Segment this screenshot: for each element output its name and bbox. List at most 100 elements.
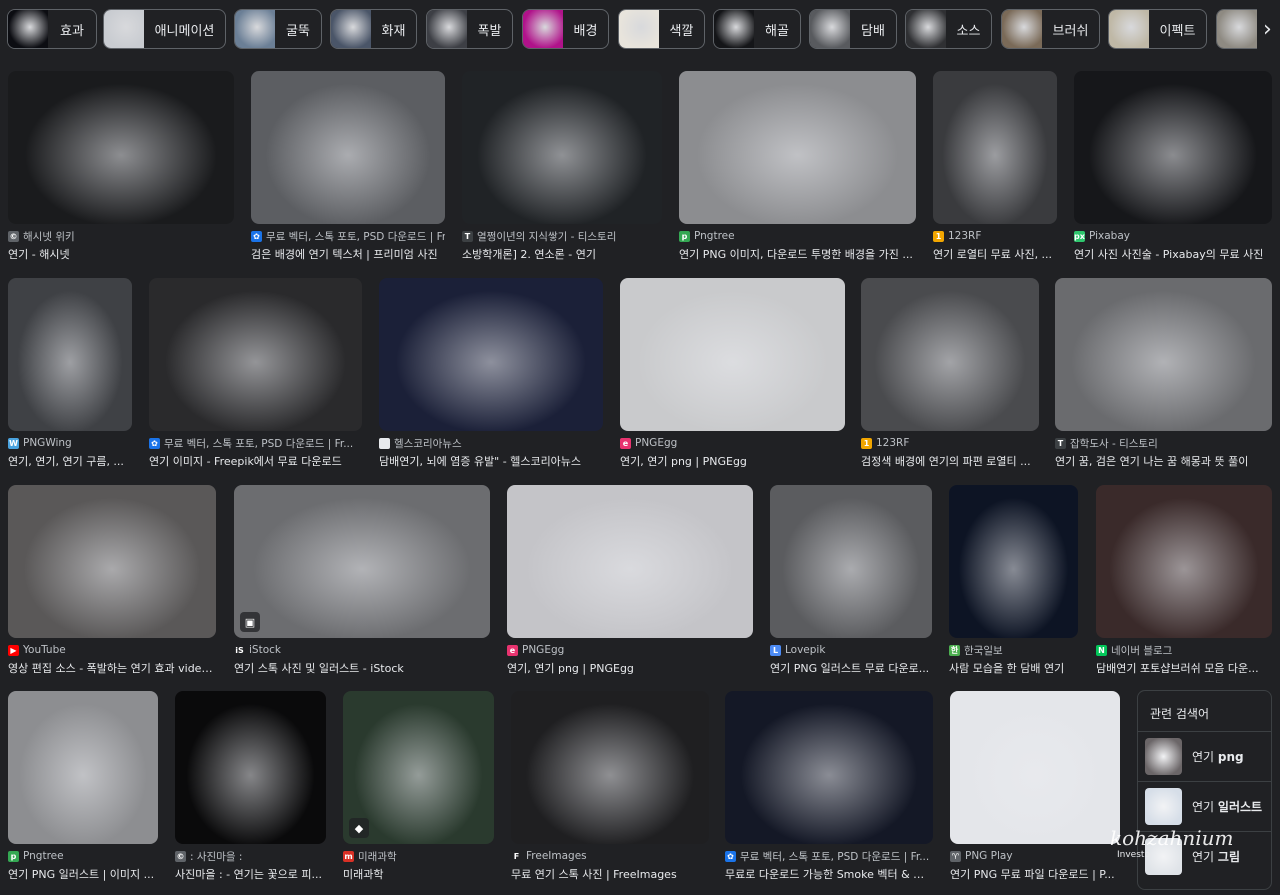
related-chip[interactable]: 굴뚝 — [234, 9, 322, 49]
result-title[interactable]: 담배연기 포토샵브러쉬 모음 다운... — [1096, 660, 1272, 676]
related-chip[interactable]: 브러쉬 — [1001, 9, 1100, 49]
result-source[interactable]: © 해시넷 위키 — [8, 229, 234, 243]
result-thumbnail[interactable] — [950, 691, 1120, 844]
result-thumbnail[interactable] — [1055, 278, 1272, 431]
image-result-card[interactable]: © 해시넷 위키연기 - 해시넷 — [8, 71, 234, 269]
related-chip[interactable]: 효과 — [7, 9, 97, 49]
result-source[interactable]: W PNGWing — [8, 436, 132, 450]
result-thumbnail[interactable] — [462, 71, 662, 224]
result-thumbnail[interactable] — [511, 691, 709, 844]
related-search-item[interactable]: 연기 png — [1138, 731, 1271, 781]
image-result-card[interactable]: ▣ iS iStock 연기 스톡 사진 및 일러스트 - iStock — [234, 485, 490, 683]
related-chip[interactable]: 해골 — [713, 9, 801, 49]
result-source[interactable]: ▶ YouTube — [8, 643, 216, 657]
result-title[interactable]: 연기 PNG 일러스트 무료 다운로... — [770, 660, 932, 676]
image-result-card[interactable]: p Pngtree 연기 PNG 이미지, 다운로드 투명한 배경을 가진 ... — [679, 71, 916, 269]
result-source[interactable]: ✿ 무료 벡터, 스톡 포토, PSD 다운로드 | Fr... — [251, 229, 445, 243]
related-chip[interactable]: 화재 — [330, 9, 417, 49]
result-thumbnail[interactable] — [251, 71, 445, 224]
image-result-card[interactable]: e PNGEgg 연기, 연기 png | PNGEgg — [620, 278, 845, 476]
result-thumbnail[interactable]: ▣ — [234, 485, 490, 638]
result-title[interactable]: 연기, 연기 png | PNGEgg — [507, 660, 753, 676]
result-title[interactable]: 연기 - 해시넷 — [8, 246, 234, 262]
result-source[interactable]: 한 한국일보 — [949, 643, 1078, 657]
result-title[interactable]: 연기 PNG 일러스트 | 이미지 ... — [8, 866, 158, 882]
result-thumbnail[interactable] — [620, 278, 845, 431]
result-source[interactable]: e PNGEgg — [620, 436, 845, 450]
result-thumbnail[interactable] — [379, 278, 603, 431]
result-source[interactable]: ✿ 무료 벡터, 스톡 포토, PSD 다운로드 | Fr... — [149, 436, 362, 450]
result-source[interactable]: iS iStock — [234, 643, 490, 657]
image-result-card[interactable]: W PNGWing 연기, 연기, 연기 구름, ... — [8, 278, 132, 476]
result-title[interactable]: 영상 편집 소스 - 폭발하는 연기 효과 video... — [8, 660, 216, 676]
result-title[interactable]: 연기 사진 사진술 - Pixabay의 무료 사진 — [1074, 246, 1272, 262]
result-title[interactable]: 사진마을 : - 연기는 꽃으로 피... — [175, 866, 326, 882]
result-source[interactable]: e PNGEgg — [507, 643, 753, 657]
image-result-card[interactable]: L Lovepik 연기 PNG 일러스트 무료 다운로... — [770, 485, 932, 683]
result-thumbnail[interactable] — [725, 691, 933, 844]
result-source[interactable]: m 미래과학 — [343, 849, 494, 863]
result-title[interactable]: 검정색 배경에 연기의 파편 로열티 ... — [861, 453, 1039, 469]
result-source[interactable]: ♈ PNG Play — [950, 849, 1120, 863]
related-search-item[interactable]: 연기 일러스트 — [1138, 781, 1271, 831]
result-thumbnail[interactable] — [933, 71, 1057, 224]
image-result-card[interactable]: ✿ 무료 벡터, 스톡 포토, PSD 다운로드 | Fr... 검은 배경에 연기… — [251, 71, 445, 269]
image-result-card[interactable]: 헬스코리아뉴스 담배연기, 뇌에 염증 유발" - 헬스코리아뉴스 — [379, 278, 603, 476]
result-title[interactable]: 무료 연기 스톡 사진 | FreeImages — [511, 866, 709, 882]
result-thumbnail[interactable] — [1096, 485, 1272, 638]
result-thumbnail[interactable] — [8, 485, 216, 638]
image-result-card[interactable]: N 네이버 블로그담배연기 포토샵브러쉬 모음 다운... — [1096, 485, 1272, 683]
image-result-card[interactable]: ◆ m 미래과학미래과학 — [343, 691, 494, 889]
result-source[interactable]: px Pixabay — [1074, 229, 1272, 243]
result-source[interactable]: ©: 사진마을 : — [175, 849, 326, 863]
result-title[interactable]: 무료로 다운로드 가능한 Smoke 벡터 & 일... — [725, 866, 933, 882]
result-source[interactable]: 1 123RF — [933, 229, 1057, 243]
result-source[interactable]: T 열쩡이년의 지식쌓기 - 티스토리 — [462, 229, 662, 243]
image-result-card[interactable]: T 잡학도사 - 티스토리연기 꿈, 검은 연기 나는 꿈 해몽과 뜻 풀이 — [1055, 278, 1272, 476]
result-title[interactable]: 연기 꿈, 검은 연기 나는 꿈 해몽과 뜻 풀이 — [1055, 453, 1272, 469]
result-source[interactable]: L Lovepik — [770, 643, 932, 657]
result-source[interactable]: 헬스코리아뉴스 — [379, 436, 603, 450]
image-result-card[interactable]: ✿ 무료 벡터, 스톡 포토, PSD 다운로드 | Fr... 연기 이미지 - … — [149, 278, 362, 476]
result-source[interactable]: N 네이버 블로그 — [1096, 643, 1272, 657]
result-title[interactable]: 연기, 연기, 연기 구름, ... — [8, 453, 132, 469]
result-thumbnail[interactable] — [175, 691, 326, 844]
result-source[interactable]: T 잡학도사 - 티스토리 — [1055, 436, 1272, 450]
result-source[interactable]: p Pngtree — [679, 229, 916, 243]
result-title[interactable]: 연기 스톡 사진 및 일러스트 - iStock — [234, 660, 490, 676]
result-source[interactable]: ✿ 무료 벡터, 스톡 포토, PSD 다운로드 | Fr... — [725, 849, 933, 863]
result-title[interactable]: 미래과학 — [343, 866, 494, 882]
related-chip[interactable]: 색깔 — [618, 9, 705, 49]
result-thumbnail[interactable] — [679, 71, 916, 224]
related-chip[interactable]: 소스 — [905, 9, 992, 49]
image-result-card[interactable]: ♈ PNG Play 연기 PNG 무료 파일 다운로드 | P... — [950, 691, 1120, 889]
image-result-card[interactable]: p Pngtree 연기 PNG 일러스트 | 이미지 ... — [8, 691, 158, 889]
image-result-card[interactable]: ▶ YouTube 영상 편집 소스 - 폭발하는 연기 효과 video... — [8, 485, 216, 683]
chips-next-button[interactable]: › — [1257, 9, 1280, 49]
result-thumbnail[interactable]: ◆ — [343, 691, 494, 844]
result-title[interactable]: 사람 모습을 한 담배 연기 — [949, 660, 1078, 676]
result-thumbnail[interactable] — [949, 485, 1078, 638]
related-chip[interactable]: 애니메이션 — [103, 9, 226, 49]
image-result-card[interactable]: 한 한국일보사람 모습을 한 담배 연기 — [949, 485, 1078, 683]
result-title[interactable]: 연기 로열티 무료 사진, ... — [933, 246, 1057, 262]
result-source[interactable]: F FreeImages — [511, 849, 709, 863]
result-thumbnail[interactable] — [770, 485, 932, 638]
image-result-card[interactable]: 1 123RF 연기 로열티 무료 사진, ... — [933, 71, 1057, 269]
related-chip[interactable]: 배경 — [522, 9, 609, 49]
result-title[interactable]: 연기 PNG 무료 파일 다운로드 | P... — [950, 866, 1120, 882]
result-source[interactable]: 1 123RF — [861, 436, 1039, 450]
result-thumbnail[interactable] — [8, 71, 234, 224]
result-source[interactable]: p Pngtree — [8, 849, 158, 863]
image-result-card[interactable]: e PNGEgg 연기, 연기 png | PNGEgg — [507, 485, 753, 683]
image-result-card[interactable]: px Pixabay 연기 사진 사진술 - Pixabay의 무료 사진 — [1074, 71, 1272, 269]
image-result-card[interactable]: 1 123RF 검정색 배경에 연기의 파편 로열티 ... — [861, 278, 1039, 476]
result-thumbnail[interactable] — [861, 278, 1039, 431]
image-result-card[interactable]: ✿ 무료 벡터, 스톡 포토, PSD 다운로드 | Fr... 무료로 다운로드 … — [725, 691, 933, 889]
result-title[interactable]: 연기 PNG 이미지, 다운로드 투명한 배경을 가진 ... — [679, 246, 916, 262]
result-title[interactable]: 연기 이미지 - Freepik에서 무료 다운로드 — [149, 453, 362, 469]
result-thumbnail[interactable] — [149, 278, 362, 431]
related-chip[interactable]: 담배 — [809, 9, 897, 49]
related-chip[interactable]: 이펙트 — [1108, 9, 1207, 49]
image-result-card[interactable]: F FreeImages 무료 연기 스톡 사진 | FreeImages — [511, 691, 709, 889]
